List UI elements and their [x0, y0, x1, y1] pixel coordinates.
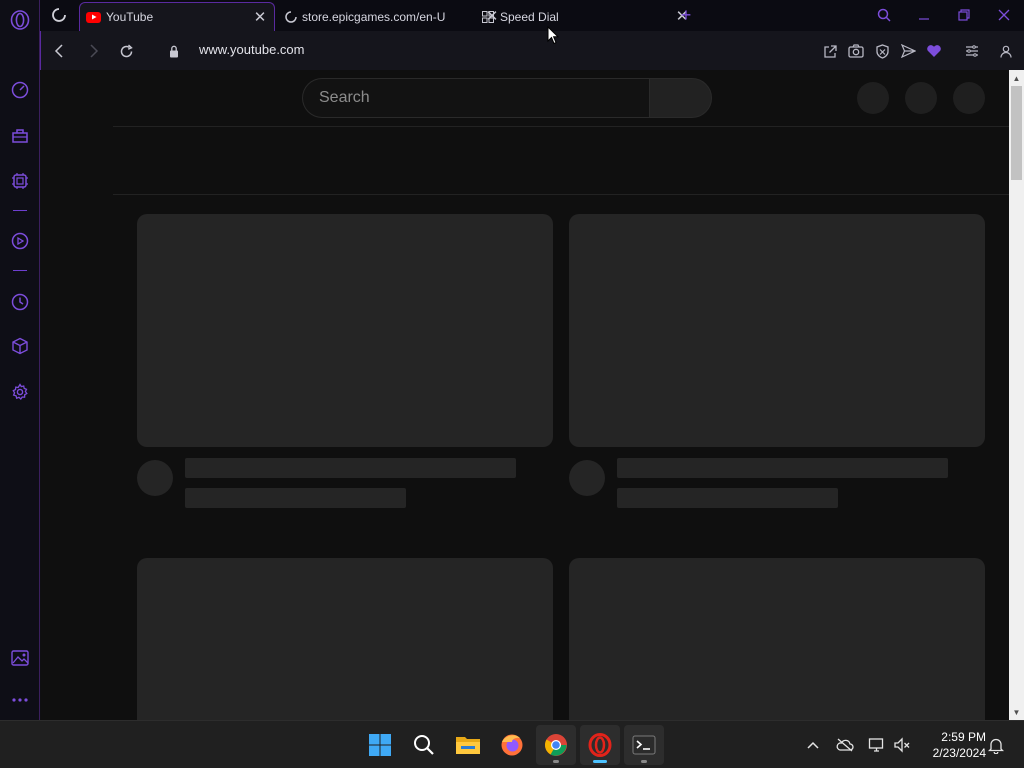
tab-epicgames[interactable]: store.epicgames.com/en-U ✕ [280, 2, 498, 31]
title-skeleton [617, 458, 948, 478]
notification-bell-icon[interactable] [986, 735, 1006, 755]
lock-icon[interactable] [163, 40, 185, 62]
tab-loading-icon [285, 10, 297, 23]
search-icon[interactable] [404, 725, 444, 765]
opera-icon[interactable] [580, 725, 620, 765]
aria-icon[interactable] [9, 170, 31, 192]
send-icon[interactable] [898, 41, 918, 61]
more-icon[interactable] [9, 689, 31, 711]
meta-skeleton [617, 488, 838, 508]
reload-icon[interactable] [115, 40, 137, 62]
onedrive-offline-icon[interactable] [835, 735, 855, 755]
back-icon[interactable] [49, 40, 71, 62]
history-icon[interactable] [9, 291, 31, 313]
title-skeleton [185, 458, 516, 478]
extensions-icon[interactable] [9, 335, 31, 357]
youtube-page: Search [41, 70, 1009, 720]
heart-icon[interactable] [924, 41, 944, 61]
tab-youtube[interactable]: YouTube ✕ [79, 2, 275, 31]
screen: YouTube ✕ store.epicgames.com/en-U ✕ Spe… [0, 0, 1024, 768]
header-placeholder-circle [905, 82, 937, 114]
file-explorer-icon[interactable] [448, 725, 488, 765]
page-scrollbar[interactable]: ▲ ▼ [1009, 70, 1024, 720]
header-divider [113, 126, 1009, 127]
url-text[interactable]: www.youtube.com [199, 42, 305, 57]
sidebar-separator [13, 270, 27, 271]
close-window-icon[interactable] [991, 4, 1017, 26]
account-icon[interactable] [996, 41, 1016, 61]
active-indicator [593, 760, 607, 763]
chips-divider [113, 194, 1009, 195]
clock-date: 2/23/2024 [932, 746, 986, 760]
speed-dial-grid-icon [482, 10, 494, 23]
firefox-icon[interactable] [492, 725, 532, 765]
restore-icon[interactable] [951, 4, 977, 26]
search-input[interactable]: Search [302, 78, 650, 118]
terminal-icon[interactable] [624, 725, 664, 765]
minimize-icon[interactable] [911, 4, 937, 26]
running-indicator [553, 760, 559, 763]
ad-blocker-icon[interactable] [872, 41, 892, 61]
sidebar-separator [13, 210, 27, 211]
tab-loading-icon[interactable] [48, 4, 70, 26]
tab-strip: YouTube ✕ store.epicgames.com/en-U ✕ Spe… [40, 0, 1024, 31]
tab-search-icon[interactable] [871, 4, 897, 26]
tab-title: Speed Dial [500, 9, 559, 24]
easy-setup-icon[interactable] [962, 41, 982, 61]
video-thumbnail-skeleton [137, 558, 553, 720]
header-placeholder-circle [953, 82, 985, 114]
player-icon[interactable] [9, 230, 31, 252]
windows-start-icon[interactable] [360, 725, 400, 765]
meta-skeleton [185, 488, 406, 508]
youtube-favicon-icon [86, 11, 101, 23]
opera-logo-icon[interactable] [9, 9, 31, 31]
speed-dial-icon[interactable] [9, 79, 31, 101]
share-icon[interactable] [820, 41, 840, 61]
channel-avatar-skeleton [137, 460, 173, 496]
scroll-down-icon[interactable]: ▼ [1009, 705, 1024, 719]
settings-icon[interactable] [9, 381, 31, 403]
tab-title: YouTube [106, 10, 154, 24]
video-thumbnail-skeleton [569, 558, 985, 720]
taskbar-clock[interactable]: 2:59 PM 2/23/2024 [920, 729, 986, 761]
forward-icon[interactable] [82, 40, 104, 62]
tab-speed-dial[interactable]: Speed Dial ✕ [480, 2, 688, 31]
volume-muted-icon[interactable] [892, 735, 912, 755]
shopping-icon[interactable] [9, 124, 31, 146]
network-icon[interactable] [867, 735, 887, 755]
chrome-icon[interactable] [536, 725, 576, 765]
search-placeholder: Search [319, 89, 370, 106]
header-placeholder-circle [857, 82, 889, 114]
windows-taskbar: 2:59 PM 2/23/2024 [0, 720, 1024, 768]
scroll-thumb[interactable] [1011, 86, 1022, 180]
search-button[interactable] [649, 78, 712, 118]
address-bar: www.youtube.com [40, 31, 1024, 70]
running-indicator [641, 760, 647, 763]
clock-time: 2:59 PM [941, 730, 986, 744]
channel-avatar-skeleton [569, 460, 605, 496]
snapshot-icon[interactable] [846, 41, 866, 61]
mouse-cursor-icon [547, 25, 560, 50]
close-tab-icon[interactable]: ✕ [252, 9, 268, 26]
video-thumbnail-skeleton [569, 214, 985, 447]
gallery-icon[interactable] [9, 647, 31, 669]
new-tab-icon[interactable]: + [673, 4, 699, 26]
video-thumbnail-skeleton [137, 214, 553, 447]
scroll-up-icon[interactable]: ▲ [1009, 71, 1024, 85]
opera-sidebar [0, 0, 40, 720]
chevron-up-icon[interactable] [803, 735, 823, 755]
tab-title: store.epicgames.com/en-U [302, 9, 446, 24]
